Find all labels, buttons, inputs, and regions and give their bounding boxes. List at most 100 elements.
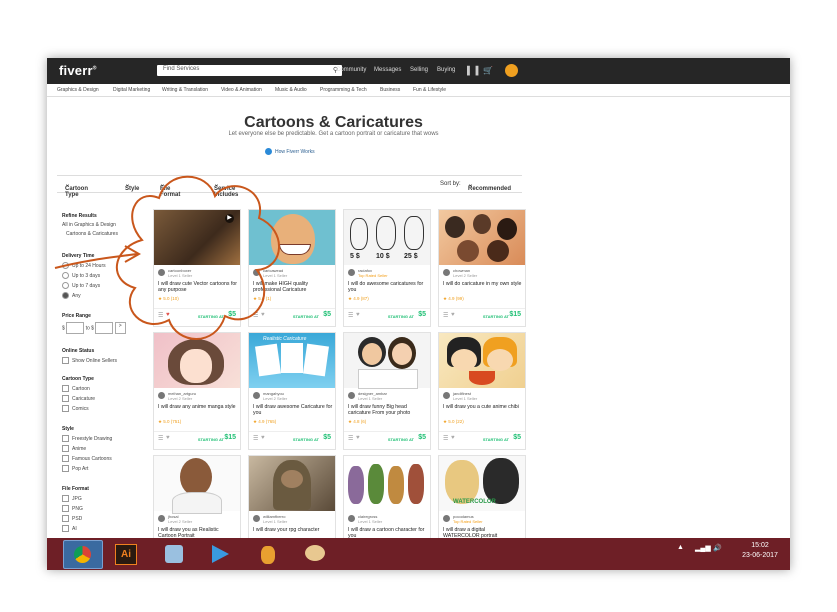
gig-video-thumbnail[interactable]: ▶ bbox=[154, 210, 240, 265]
cat-graphics-design[interactable]: Graphics & Design bbox=[57, 87, 99, 93]
delivery-3d[interactable]: Up to 3 days bbox=[62, 272, 100, 279]
style-pop-art[interactable]: Pop Art bbox=[62, 465, 88, 472]
filter-file-format[interactable]: File Format ⌄ bbox=[160, 181, 180, 198]
gig-card[interactable]: caricawead Level 1 Seller I will make HI… bbox=[248, 209, 336, 327]
gig-card[interactable]: Realistic Caricature mangahyou Level 2 S… bbox=[248, 332, 336, 450]
price-min-input[interactable] bbox=[66, 322, 85, 334]
show-hidden-icons[interactable]: ▲ bbox=[677, 544, 684, 551]
online-checkbox[interactable]: Show Online Sellers bbox=[62, 357, 117, 364]
search-input[interactable]: Find Services ⚲ bbox=[157, 65, 342, 76]
illustrator-taskbar-button[interactable]: Ai bbox=[107, 540, 145, 567]
menu-icon[interactable]: ☰ bbox=[443, 312, 448, 319]
chrome-taskbar-button[interactable] bbox=[63, 540, 103, 569]
palette-taskbar-button[interactable] bbox=[297, 540, 335, 567]
gig-image[interactable] bbox=[249, 210, 335, 265]
gig-title[interactable]: I will do caricature in my own style bbox=[443, 281, 523, 287]
sort-dropdown[interactable]: Recommended ⌄ bbox=[468, 181, 511, 192]
cat-music-audio[interactable]: Music & Audio bbox=[275, 87, 307, 93]
cart-icon[interactable]: 🛒 bbox=[483, 66, 493, 75]
type-caricature[interactable]: Caricature bbox=[62, 395, 95, 402]
menu-icon[interactable]: ☰ bbox=[348, 435, 353, 442]
gig-image[interactable] bbox=[154, 456, 240, 514]
heart-icon[interactable]: ♥ bbox=[356, 312, 360, 318]
cat-fun-lifestyle[interactable]: Fun & Lifestyle bbox=[413, 87, 446, 93]
current-category[interactable]: Cartoons & Caricatures bbox=[66, 231, 118, 237]
gig-image[interactable] bbox=[154, 333, 240, 388]
gig-title[interactable]: I will draw funny Big head caricature Fr… bbox=[348, 404, 428, 416]
gig-card[interactable]: meihan_artguru Level 2 Seller I will dra… bbox=[153, 332, 241, 450]
gig-card[interactable]: chowman Level 2 Seller I will do caricat… bbox=[438, 209, 526, 327]
gig-title[interactable]: I will draw cute Vector cartoons for any… bbox=[158, 281, 238, 293]
gig-card[interactable]: 5 $ 10 $ 25 $ raciafox Top Rated Seller … bbox=[343, 209, 431, 327]
type-comics[interactable]: Comics bbox=[62, 405, 89, 412]
price-go-button[interactable]: > bbox=[114, 322, 126, 334]
menu-icon[interactable]: ☰ bbox=[158, 312, 163, 319]
menu-icon[interactable]: ☰ bbox=[253, 435, 258, 442]
paint-app-taskbar-button[interactable] bbox=[155, 540, 193, 567]
nav-buying[interactable]: Buying bbox=[437, 67, 455, 73]
heart-icon[interactable]: ♥ bbox=[261, 435, 265, 441]
style-famous[interactable]: Famous Cartoons bbox=[62, 455, 112, 462]
pineapple-taskbar-button[interactable] bbox=[250, 540, 288, 567]
gig-image[interactable]: WATERCOLOR bbox=[439, 456, 525, 511]
gig-image[interactable]: 5 $ 10 $ 25 $ bbox=[344, 210, 430, 265]
stats-icon[interactable]: ▌▐ bbox=[467, 66, 478, 75]
gig-image[interactable] bbox=[439, 210, 525, 265]
gig-card[interactable]: ▶ cartoonboxer Level 1 Seller I will dra… bbox=[153, 209, 241, 327]
gig-title[interactable]: I will draw you a cute anime chibi bbox=[443, 404, 523, 410]
style-anime[interactable]: Anime bbox=[62, 445, 86, 452]
format-ai[interactable]: AI bbox=[62, 525, 77, 532]
gig-title[interactable]: I will draw any anime manga style bbox=[158, 404, 238, 410]
heart-icon[interactable]: ♥ bbox=[261, 312, 265, 318]
cat-digital-marketing[interactable]: Digital Marketing bbox=[113, 87, 150, 93]
network-icon[interactable]: ▂▄▆ bbox=[695, 544, 711, 552]
filter-service-includes[interactable]: Service Includes ⌄ bbox=[214, 181, 238, 198]
gig-title[interactable]: I will do awesome caricatures for you bbox=[348, 281, 428, 293]
volume-icon[interactable]: 🔊 bbox=[713, 544, 722, 552]
gig-image[interactable] bbox=[439, 333, 525, 388]
all-in-link[interactable]: All in Graphics & Design bbox=[62, 222, 116, 228]
media-player-taskbar-button[interactable] bbox=[201, 540, 239, 567]
nav-messages[interactable]: Messages bbox=[374, 67, 401, 73]
gig-image[interactable]: Realistic Caricature bbox=[249, 333, 335, 388]
play-icon[interactable]: ▶ bbox=[225, 214, 234, 223]
user-avatar[interactable] bbox=[505, 64, 518, 77]
heart-icon[interactable]: ♥ bbox=[356, 435, 360, 441]
gig-title[interactable]: I will make HIGH quality professional Ca… bbox=[253, 281, 333, 293]
gig-card[interactable]: jandifinest Level 1 Seller I will draw y… bbox=[438, 332, 526, 450]
heart-icon[interactable]: ♥ bbox=[451, 435, 455, 441]
format-psd[interactable]: PSD bbox=[62, 515, 82, 522]
heart-icon[interactable]: ♥ bbox=[451, 312, 455, 318]
filter-style[interactable]: Style ⌄ bbox=[125, 181, 139, 192]
type-cartoon[interactable]: Cartoon bbox=[62, 385, 90, 392]
price-max-input[interactable] bbox=[95, 322, 114, 334]
gig-card[interactable]: designer_ambar Level 1 Seller I will dra… bbox=[343, 332, 431, 450]
gig-image[interactable] bbox=[344, 456, 430, 511]
fiverr-logo[interactable]: fiverr® bbox=[59, 63, 97, 78]
system-clock[interactable]: 15:02 23-06-2017 bbox=[736, 541, 784, 561]
menu-icon[interactable]: ☰ bbox=[158, 435, 163, 442]
cat-video-animation[interactable]: Video & Animation bbox=[221, 87, 262, 93]
format-jpg[interactable]: JPG bbox=[62, 495, 82, 502]
menu-icon[interactable]: ☰ bbox=[443, 435, 448, 442]
gig-title[interactable]: I will draw awesome Caricature for you bbox=[253, 404, 333, 416]
delivery-7d[interactable]: Up to 7 days bbox=[62, 282, 100, 289]
gig-image[interactable] bbox=[344, 333, 430, 389]
delivery-24h[interactable]: Up to 24 Hours bbox=[62, 262, 106, 269]
nav-community[interactable]: Community bbox=[336, 67, 366, 73]
cat-writing-translation[interactable]: Writing & Translation bbox=[162, 87, 208, 93]
filter-cartoon-type[interactable]: Cartoon Type ⌄ bbox=[65, 181, 88, 198]
nav-selling[interactable]: Selling bbox=[410, 67, 428, 73]
heart-icon[interactable]: ♥ bbox=[166, 435, 170, 441]
menu-icon[interactable]: ☰ bbox=[253, 312, 258, 319]
gig-title[interactable]: I will draw your rpg character bbox=[253, 527, 333, 533]
style-freestyle[interactable]: Freestyle Drawing bbox=[62, 435, 112, 442]
cat-business[interactable]: Business bbox=[380, 87, 400, 93]
gig-image[interactable] bbox=[249, 456, 335, 511]
format-png[interactable]: PNG bbox=[62, 505, 83, 512]
cat-programming-tech[interactable]: Programming & Tech bbox=[320, 87, 367, 93]
how-fiverr-works-link[interactable]: How Fiverr Works bbox=[265, 148, 325, 157]
menu-icon[interactable]: ☰ bbox=[348, 312, 353, 319]
heart-icon[interactable]: ♥ bbox=[166, 312, 170, 318]
delivery-any[interactable]: Any bbox=[62, 292, 81, 299]
